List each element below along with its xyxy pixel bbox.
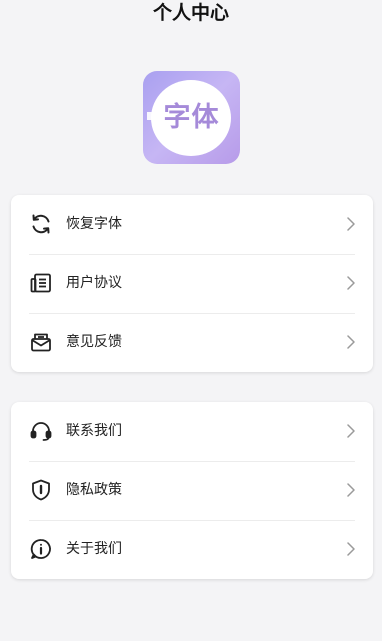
menu-item-label: 用户协议 bbox=[66, 275, 122, 291]
menu-item-label: 关于我们 bbox=[66, 541, 122, 557]
settings-group-1: 恢复字体 用户协议 意见反馈 bbox=[11, 195, 373, 372]
logo-text: 字体 bbox=[163, 102, 220, 133]
menu-item-about-us[interactable]: 关于我们 bbox=[11, 520, 373, 579]
menu-item-feedback[interactable]: 意见反馈 bbox=[11, 313, 373, 372]
menu-item-privacy-policy[interactable]: 隐私政策 bbox=[11, 461, 373, 520]
menu-item-restore-font[interactable]: 恢复字体 bbox=[11, 195, 373, 254]
shield-icon bbox=[29, 478, 53, 502]
refresh-icon bbox=[29, 212, 53, 236]
settings-group-2: 联系我们 隐私政策 关于我们 bbox=[11, 402, 373, 579]
chevron-right-icon bbox=[347, 217, 355, 231]
menu-item-label: 恢复字体 bbox=[66, 216, 122, 232]
headset-icon bbox=[29, 419, 53, 443]
menu-item-contact-us[interactable]: 联系我们 bbox=[11, 402, 373, 461]
feedback-mail-icon bbox=[29, 330, 53, 354]
page-title: 个人中心 bbox=[152, 2, 229, 24]
chevron-right-icon bbox=[347, 542, 355, 556]
chevron-right-icon bbox=[347, 483, 355, 497]
menu-item-user-agreement[interactable]: 用户协议 bbox=[11, 254, 373, 313]
chevron-right-icon bbox=[347, 335, 355, 349]
document-icon bbox=[29, 271, 53, 295]
chevron-right-icon bbox=[347, 276, 355, 290]
menu-item-label: 隐私政策 bbox=[66, 482, 122, 498]
menu-item-label: 意见反馈 bbox=[66, 334, 122, 350]
chevron-right-icon bbox=[347, 424, 355, 438]
app-logo: 字体 bbox=[143, 71, 240, 164]
info-icon bbox=[29, 537, 53, 561]
menu-item-label: 联系我们 bbox=[66, 423, 122, 439]
